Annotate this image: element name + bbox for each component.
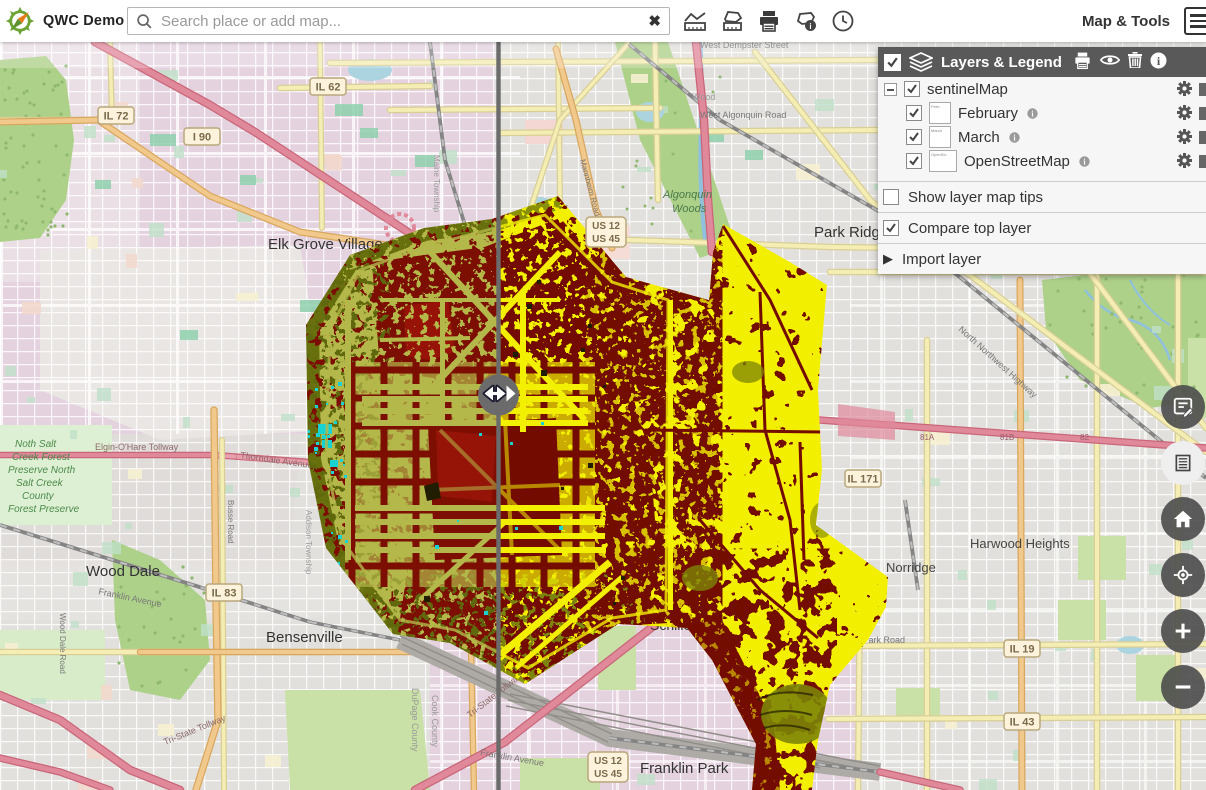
svg-text:Salt Creek: Salt Creek [16,478,64,489]
svg-text:Creek Forest: Creek Forest [12,452,71,463]
svg-text:DuPage County: DuPage County [410,688,420,752]
svg-text:IL 62: IL 62 [316,82,341,94]
svg-text:82: 82 [1080,433,1089,442]
svg-text:US 45: US 45 [592,234,620,245]
svg-text:Algonquin: Algonquin [662,189,712,201]
svg-text:US 12: US 12 [594,756,622,767]
svg-text:Maine Township: Maine Township [432,155,441,213]
svg-text:Preserve North: Preserve North [8,465,76,476]
svg-text:IL 171: IL 171 [848,474,879,486]
svg-text:IL 19: IL 19 [1010,644,1035,656]
svg-text:US 45: US 45 [594,769,622,780]
svg-text:Harwood Heights: Harwood Heights [970,536,1070,551]
svg-text:i: i [809,22,811,31]
svg-text:IL 43: IL 43 [1010,717,1035,729]
svg-text:Wood: Wood [692,92,715,102]
svg-text:Noth Salt: Noth Salt [15,439,57,450]
svg-text:Woods: Woods [672,203,707,215]
svg-text:US 12: US 12 [592,221,620,232]
svg-text:Wood Dale Road: Wood Dale Road [58,613,67,674]
svg-text:Busse Road: Busse Road [226,500,235,544]
svg-text:Forest Preserve: Forest Preserve [8,504,80,515]
svg-text:IL 72: IL 72 [104,111,129,123]
svg-text:IL 83: IL 83 [212,588,237,600]
svg-text:81A: 81A [920,433,935,442]
svg-text:81B: 81B [1000,433,1014,442]
svg-text:Bensenville: Bensenville [266,629,343,646]
svg-text:Cook County: Cook County [430,695,440,748]
svg-text:Norridge: Norridge [886,560,936,575]
svg-text:Franklin Park: Franklin Park [640,760,729,777]
svg-text:Addison Township: Addison Township [304,510,313,575]
svg-text:Wood Dale: Wood Dale [86,563,160,580]
svg-text:County: County [22,491,55,502]
svg-text:I 90: I 90 [193,132,211,144]
svg-text:West Algonquin Road: West Algonquin Road [700,110,786,120]
svg-text:Elgin-O'Hare Tollway: Elgin-O'Hare Tollway [95,442,179,452]
